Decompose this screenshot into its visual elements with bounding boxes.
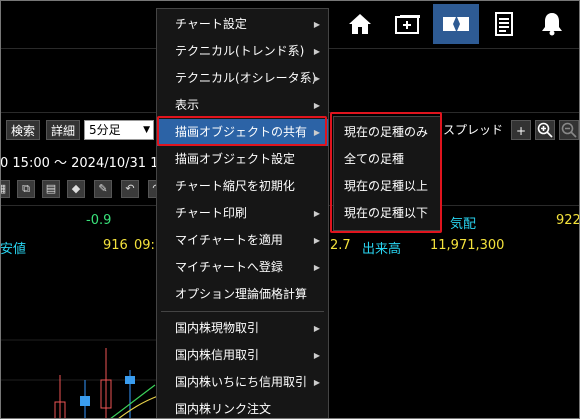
context-menu: チャート設定 ▶ テクニカル(トレンド系) ▶ テクニカル(オシレータ系) ▶ 表示 ▶…	[156, 8, 329, 419]
panel-switch-icon	[443, 17, 469, 31]
eraser-tool-icon[interactable]: ◆	[67, 180, 85, 198]
candle	[80, 396, 90, 406]
grid-tool-icon[interactable]: ▦	[0, 180, 10, 198]
submenu-arrow-icon: ▶	[313, 20, 320, 29]
candlestick-chart[interactable]	[0, 330, 160, 419]
interval-select[interactable]: 5分足 ▼	[84, 120, 154, 140]
submenu-arrow-icon: ▶	[313, 47, 320, 56]
quote-label: 気配	[450, 217, 477, 232]
chevron-down-icon: ▼	[143, 125, 150, 135]
notification-button[interactable]	[529, 4, 575, 44]
submenu-arrow-icon: ▶	[313, 263, 320, 272]
menu-item-technical-oscillator[interactable]: テクニカル(オシレータ系) ▶	[157, 65, 328, 92]
menu-item-chart-settings[interactable]: チャート設定 ▶	[157, 11, 328, 38]
submenu-item-all[interactable]: 全ての足種	[334, 146, 441, 173]
new-window-icon	[395, 15, 420, 34]
menu-item-register-my-chart[interactable]: マイチャートへ登録 ▶	[157, 254, 328, 281]
low-value: 916	[103, 238, 128, 253]
copy-tool-icon[interactable]: ⧉	[17, 180, 35, 198]
moving-average-line	[109, 384, 156, 419]
submenu-item-label: 現在の足種のみ	[344, 125, 429, 139]
layer-tool-icon[interactable]: ▤	[42, 180, 60, 198]
zoom-in-icon	[537, 122, 553, 138]
menu-item-label: チャート印刷	[175, 206, 247, 220]
spread-button[interactable]: スプレッド	[443, 120, 503, 140]
menu-item-label: 国内株リンク注文	[175, 402, 272, 416]
menu-item-domestic-margin-trade[interactable]: 国内株信用取引 ▶	[157, 342, 328, 369]
menu-item-display[interactable]: 表示 ▶	[157, 92, 328, 119]
submenu-arrow-icon: ▶	[313, 128, 320, 137]
menu-item-label: 表示	[175, 98, 200, 112]
candle	[125, 376, 135, 384]
menu-item-drawing-object-settings[interactable]: 描画オブジェクト設定	[157, 146, 328, 173]
menu-separator	[161, 311, 324, 312]
menu-item-label: テクニカル(トレンド系)	[175, 44, 305, 58]
date-range-text: 0 15:00 ～ 2024/10/31 1	[0, 156, 159, 171]
detail-button[interactable]: 詳細	[46, 120, 81, 140]
menu-item-label: 国内株信用取引	[175, 348, 260, 362]
menu-item-label: 国内株現物取引	[175, 321, 260, 335]
submenu-arrow-icon: ▶	[313, 74, 320, 83]
zoom-out-button[interactable]	[559, 120, 579, 140]
menu-item-share-drawing-objects[interactable]: 描画オブジェクトの共有 ▶	[157, 119, 328, 146]
quote-value: 922	[556, 213, 580, 228]
price-change: -0.9	[86, 213, 112, 228]
home-icon	[349, 14, 371, 34]
submenu-item-label: 全ての足種	[344, 152, 405, 166]
panel-switch-button[interactable]	[433, 4, 479, 44]
submenu-item-current-only[interactable]: 現在の足種のみ	[334, 119, 441, 146]
pen-tool-icon[interactable]: ✎	[94, 180, 112, 198]
bell-icon	[542, 13, 562, 36]
menu-item-label: 描画オブジェクト設定	[175, 152, 296, 166]
document-icon	[495, 12, 513, 36]
menu-item-label: テクニカル(オシレータ系)	[175, 71, 317, 85]
submenu-arrow-icon: ▶	[313, 101, 320, 110]
moving-average-line	[117, 395, 159, 419]
zoom-out-icon	[561, 122, 577, 138]
menu-item-reset-chart-scale[interactable]: チャート縮尺を初期化	[157, 173, 328, 200]
zoom-in-button[interactable]	[535, 120, 555, 140]
submenu-arrow-icon: ▶	[313, 378, 320, 387]
submenu-item-current-and-above[interactable]: 現在の足種以上	[334, 173, 441, 200]
menu-item-label: チャート設定	[175, 17, 247, 31]
home-button[interactable]	[337, 4, 383, 44]
low-label: 安値	[0, 242, 27, 257]
submenu-item-label: 現在の足種以上	[344, 179, 429, 193]
share-drawing-submenu: 現在の足種のみ 全ての足種 現在の足種以上 現在の足種以下	[333, 116, 442, 231]
new-window-button[interactable]	[385, 4, 431, 44]
menu-item-apply-my-chart[interactable]: マイチャートを適用 ▶	[157, 227, 328, 254]
undo-tool-icon[interactable]: ↶	[121, 180, 139, 198]
document-button[interactable]	[481, 4, 527, 44]
low-time: 09:	[134, 238, 155, 253]
menu-item-option-price-calc[interactable]: オプション理論価格計算	[157, 281, 328, 308]
submenu-arrow-icon: ▶	[313, 209, 320, 218]
volume-value: 11,971,300	[430, 238, 505, 253]
menu-item-label: チャート縮尺を初期化	[175, 179, 295, 193]
search-button[interactable]: 検索	[6, 120, 41, 140]
menu-item-label: マイチャートを適用	[175, 233, 283, 247]
zoom-plus-button[interactable]: +	[511, 120, 531, 140]
submenu-item-current-and-below[interactable]: 現在の足種以下	[334, 200, 441, 227]
menu-item-label: 国内株いちにち信用取引	[175, 375, 308, 389]
partial-value: 2.7	[330, 238, 351, 253]
menu-item-print-chart[interactable]: チャート印刷 ▶	[157, 200, 328, 227]
menu-item-label: マイチャートへ登録	[175, 260, 283, 274]
menu-item-label: 描画オブジェクトの共有	[175, 125, 308, 139]
submenu-arrow-icon: ▶	[313, 324, 320, 333]
interval-select-value: 5分足	[89, 123, 121, 137]
submenu-arrow-icon: ▶	[313, 236, 320, 245]
submenu-arrow-icon: ▶	[313, 351, 320, 360]
menu-item-domestic-link-order[interactable]: 国内株リンク注文	[157, 396, 328, 419]
menu-item-domestic-daytrade-margin[interactable]: 国内株いちにち信用取引 ▶	[157, 369, 328, 396]
menu-item-label: オプション理論価格計算	[175, 287, 308, 301]
submenu-item-label: 現在の足種以下	[344, 206, 429, 220]
volume-label: 出来高	[362, 242, 402, 257]
menu-item-domestic-cash-trade[interactable]: 国内株現物取引 ▶	[157, 315, 328, 342]
menu-item-technical-trend[interactable]: テクニカル(トレンド系) ▶	[157, 38, 328, 65]
